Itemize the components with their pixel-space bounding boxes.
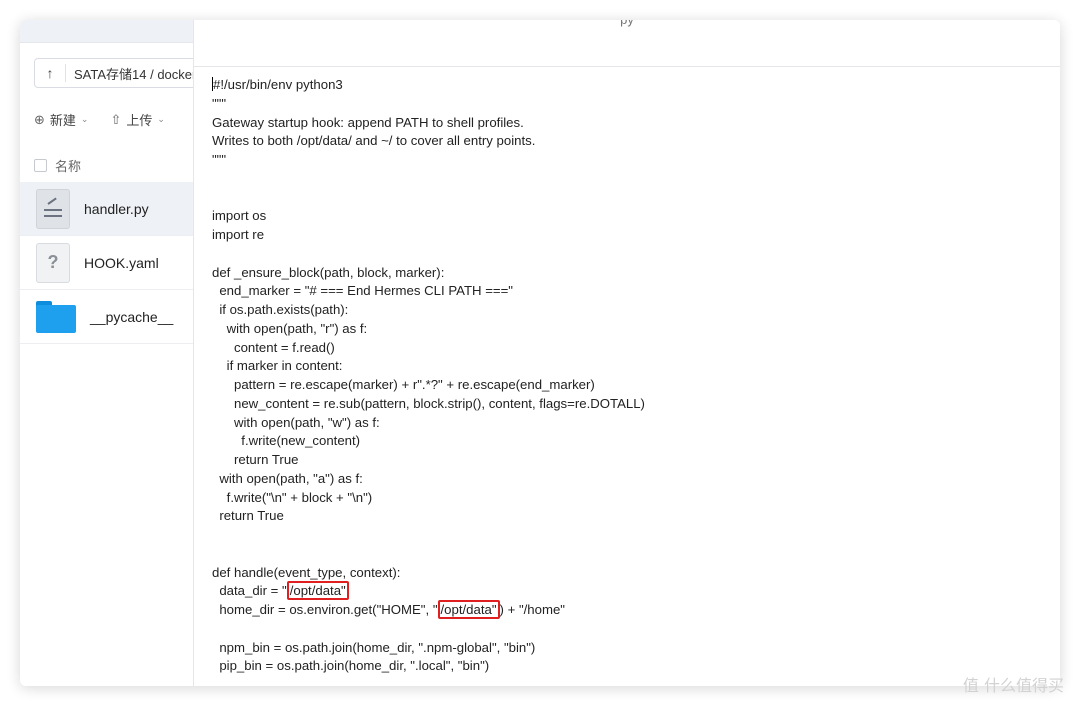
code-line: npm_bin = os.path.join(home_dir, ".npm-g… xyxy=(212,639,536,655)
text-cursor xyxy=(212,77,213,91)
panel-title-bar xyxy=(20,20,193,43)
python-file-icon xyxy=(36,188,70,229)
code-line: pip_bin = os.path.join(home_dir, ".local… xyxy=(212,658,490,674)
code-line: def _ensure_block(path, block, marker): xyxy=(212,264,445,280)
code-line: pattern = re.escape(marker) + r".*?" + r… xyxy=(212,377,595,392)
code-line: Gateway startup hook: append PATH to she… xyxy=(212,114,524,130)
code-line: """ xyxy=(212,95,227,111)
code-line: return True xyxy=(212,452,299,467)
file-list: handler.py ? HOOK.yaml __pycache__ xyxy=(20,182,193,344)
code-line: with open(path, "w") as f: xyxy=(212,414,380,430)
code-line: """ xyxy=(212,152,227,167)
select-all-checkbox[interactable] xyxy=(34,159,47,172)
highlight-annotation: /opt/data" xyxy=(437,600,500,619)
code-line: home_dir = os.environ.get("HOME", "/opt/… xyxy=(212,600,565,619)
file-manager-window: ↑ SATA存储14 / docker ⊕ 新建 ⌄ ⇧ 上传 ⌄ 名称 han… xyxy=(20,20,1060,686)
code-content[interactable]: #!/usr/bin/env python3 """ Gateway startup… xyxy=(212,76,1040,686)
file-name: __pycache__ xyxy=(90,308,174,325)
unknown-file-icon: ? xyxy=(36,242,70,283)
code-line: import os xyxy=(212,208,267,224)
code-line: #!/usr/bin/env python3 xyxy=(212,77,343,92)
upload-button[interactable]: ⇧ 上传 ⌄ xyxy=(110,110,164,129)
code-line: if os.path.exists(path): xyxy=(212,302,349,317)
code-line: def handle(event_type, context): xyxy=(212,564,401,580)
code-line: return True xyxy=(212,508,284,524)
code-line: f.write(new_content) xyxy=(212,433,361,449)
upload-icon: ⇧ xyxy=(110,111,122,127)
column-header: 名称 xyxy=(34,156,81,175)
up-directory-button[interactable]: ↑ xyxy=(35,65,65,81)
chevron-down-icon: ⌄ xyxy=(80,114,89,124)
new-button-label: 新建 xyxy=(49,113,76,128)
current-path: SATA存储14 / docker xyxy=(74,66,197,82)
chevron-down-icon: ⌄ xyxy=(157,114,165,124)
file-toolbar: ⊕ 新建 ⌄ ⇧ 上传 ⌄ xyxy=(34,110,165,129)
code-line: with open(path, "r") as f: xyxy=(212,320,368,336)
new-file-icon: ⊕ xyxy=(34,111,45,127)
list-item[interactable]: ? HOOK.yaml xyxy=(20,236,193,290)
code-editor[interactable]: py #!/usr/bin/env python3 """ Gateway star… xyxy=(193,20,1060,686)
code-line: f.write("\n" + block + "\n") xyxy=(212,489,373,505)
code-line: end_marker = "# === End Hermes CLI PATH … xyxy=(212,283,513,299)
code-line: content = f.read() xyxy=(212,339,335,355)
watermark-text: 值 什么值得买 xyxy=(962,676,1064,695)
upload-button-label: 上传 xyxy=(126,113,153,128)
code-line: data_dir = "/opt/data" xyxy=(212,581,1040,601)
code-line: new_content = re.sub(pattern, block.stri… xyxy=(212,395,645,411)
code-line: Writes to both /opt/data/ and ~/ to cove… xyxy=(212,133,536,149)
column-name-label: 名称 xyxy=(55,159,82,174)
file-panel: ↑ SATA存储14 / docker ⊕ 新建 ⌄ ⇧ 上传 ⌄ 名称 han… xyxy=(20,20,204,686)
highlight-annotation: /opt/data" xyxy=(286,581,349,601)
code-line: if marker in content: xyxy=(212,358,343,374)
code-line: with open(path, "a") as f: xyxy=(212,470,363,486)
list-item[interactable]: handler.py xyxy=(20,182,193,236)
file-name: handler.py xyxy=(84,200,149,217)
new-button[interactable]: ⊕ 新建 ⌄ xyxy=(34,110,88,129)
file-name: HOOK.yaml xyxy=(84,254,159,271)
editor-title: py xyxy=(194,20,1060,27)
list-item[interactable]: __pycache__ xyxy=(20,290,193,344)
folder-icon xyxy=(36,300,76,333)
code-line: import re xyxy=(212,227,265,242)
path-bar[interactable]: ↑ SATA存储14 / docker xyxy=(34,58,204,88)
editor-header: py xyxy=(194,20,1060,67)
watermark: 值 什么值得买 xyxy=(963,672,1064,696)
